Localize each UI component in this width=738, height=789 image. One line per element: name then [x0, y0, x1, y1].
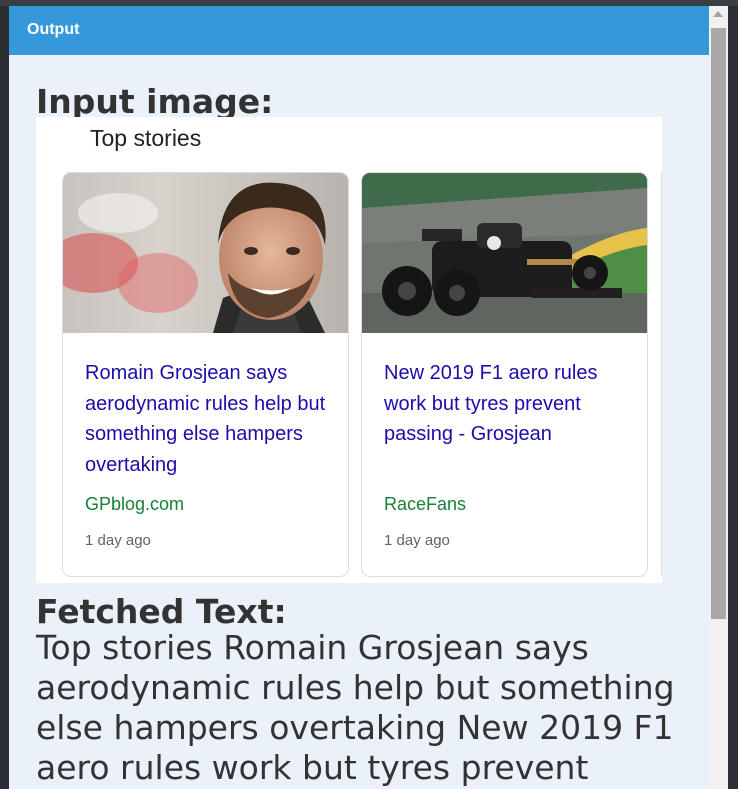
next-story-card-edge[interactable]	[661, 172, 662, 575]
vertical-scrollbar[interactable]	[709, 6, 728, 789]
story-image-f1-car[interactable]	[362, 173, 647, 333]
story-card[interactable]: New 2019 F1 aero rules work but tyres pr…	[361, 172, 648, 577]
scrollbar-thumb[interactable]	[711, 28, 726, 619]
story-time: 1 day ago	[384, 532, 450, 549]
story-image-portrait[interactable]	[63, 173, 348, 333]
story-source: GPblog.com	[85, 494, 185, 514]
fetched-text-heading: Fetched Text:	[36, 592, 287, 631]
story-source: RaceFans	[384, 494, 467, 514]
input-image-panel: Top stories Romain Grosjean says aerodyn…	[36, 117, 662, 583]
story-time: 1 day ago	[85, 532, 151, 549]
story-headline[interactable]: Romain Grosjean says aerodynamic rules h…	[85, 358, 335, 480]
scroll-up-arrow-icon[interactable]	[713, 11, 723, 17]
story-headline[interactable]: New 2019 F1 aero rules work but tyres pr…	[384, 358, 634, 450]
modal-header: Output	[9, 6, 709, 55]
fetched-text-body: Top stories Romain Grosjean says aerodyn…	[36, 628, 675, 787]
background-edge	[728, 6, 738, 789]
top-stories-title: Top stories	[90, 125, 202, 151]
modal-title: Output	[27, 21, 80, 38]
input-image-heading: Input image:	[36, 82, 274, 121]
story-card[interactable]: Romain Grosjean says aerodynamic rules h…	[62, 172, 349, 577]
output-modal: Output Input image: Top stories Romain G…	[9, 6, 709, 789]
